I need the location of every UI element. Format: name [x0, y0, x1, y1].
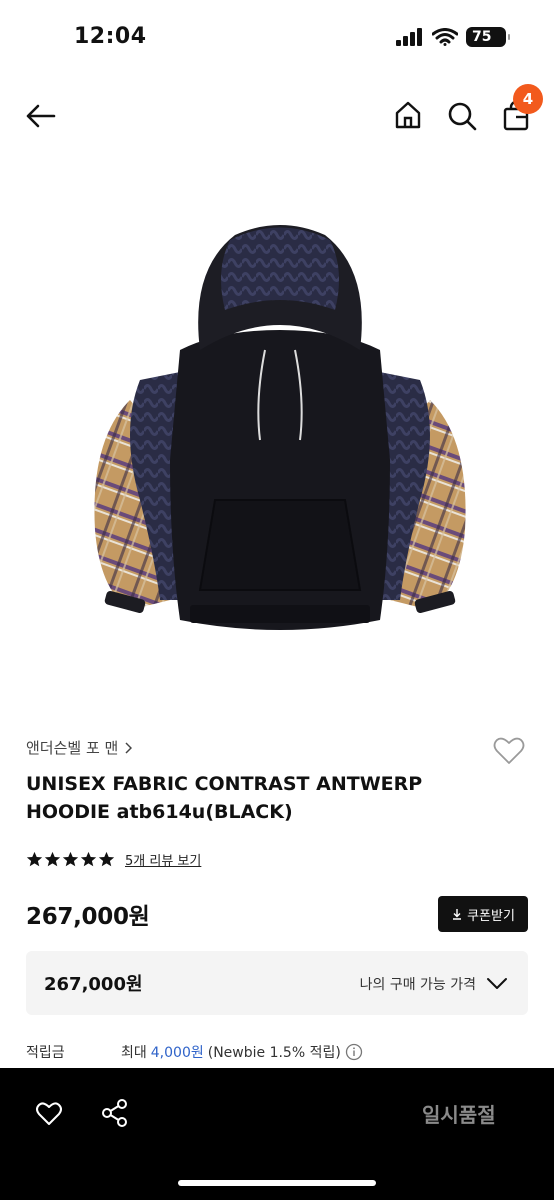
star-icon [44, 851, 61, 867]
product-price: 267,000원 [26, 904, 150, 930]
points-row: 적립금 최대 4,000원 (Newbie 1.5% 적립) [26, 1042, 528, 1064]
points-prefix: 최대 [121, 1045, 147, 1061]
rating-row: 5개 리뷰 보기 [26, 850, 201, 869]
home-indicator [178, 1180, 376, 1186]
rating-stars [26, 851, 115, 868]
points-label: 적립금 [26, 1045, 65, 1061]
coupon-button[interactable]: 쿠폰받기 [438, 896, 528, 932]
status-icons: 75 [396, 27, 510, 47]
signal-icon [396, 28, 422, 46]
review-link[interactable]: 5개 리뷰 보기 [125, 850, 201, 869]
my-price-value: 267,000원 [44, 974, 143, 995]
wifi-icon [432, 28, 458, 46]
star-icon [80, 851, 97, 867]
points-amount: 4,000원 [150, 1045, 204, 1061]
download-icon [453, 909, 462, 920]
product-image[interactable] [60, 200, 500, 660]
chevron-down-icon [487, 978, 507, 989]
top-nav [0, 80, 554, 150]
star-icon [98, 851, 115, 867]
brand-name: 앤더슨벨 포 맨 [26, 739, 119, 757]
home-icon[interactable] [393, 100, 423, 130]
wishlist-heart-icon[interactable] [493, 735, 525, 767]
product-title: UNISEX FABRIC CONTRAST ANTWERP HOODIE at… [26, 773, 423, 823]
brand-link[interactable]: 앤더슨벨 포 맨 [26, 737, 133, 758]
star-icon [26, 851, 43, 867]
star-icon [62, 851, 79, 867]
points-value: 최대 4,000원 (Newbie 1.5% 적립) [121, 1042, 363, 1062]
status-bar: 12:04 75 [0, 0, 554, 76]
heart-icon[interactable] [35, 1100, 63, 1128]
coupon-button-label: 쿠폰받기 [467, 908, 515, 924]
my-price-label: 나의 구매 가능 가격 [359, 977, 476, 993]
info-icon[interactable] [345, 1043, 363, 1061]
points-suffix: (Newbie 1.5% 적립) [207, 1045, 341, 1061]
bottom-action-bar: 일시품절 [0, 1068, 554, 1200]
my-price-dropdown[interactable]: 267,000원 나의 구매 가능 가격 [26, 951, 528, 1015]
battery-indicator: 75 [466, 27, 510, 47]
chevron-right-icon [125, 741, 133, 754]
status-time: 12:04 [74, 24, 147, 49]
soldout-status: 일시품절 [422, 1103, 496, 1127]
share-icon[interactable] [100, 1098, 130, 1128]
cart-count-badge: 4 [513, 84, 543, 114]
back-arrow-icon[interactable] [24, 102, 58, 130]
search-icon[interactable] [446, 100, 478, 132]
